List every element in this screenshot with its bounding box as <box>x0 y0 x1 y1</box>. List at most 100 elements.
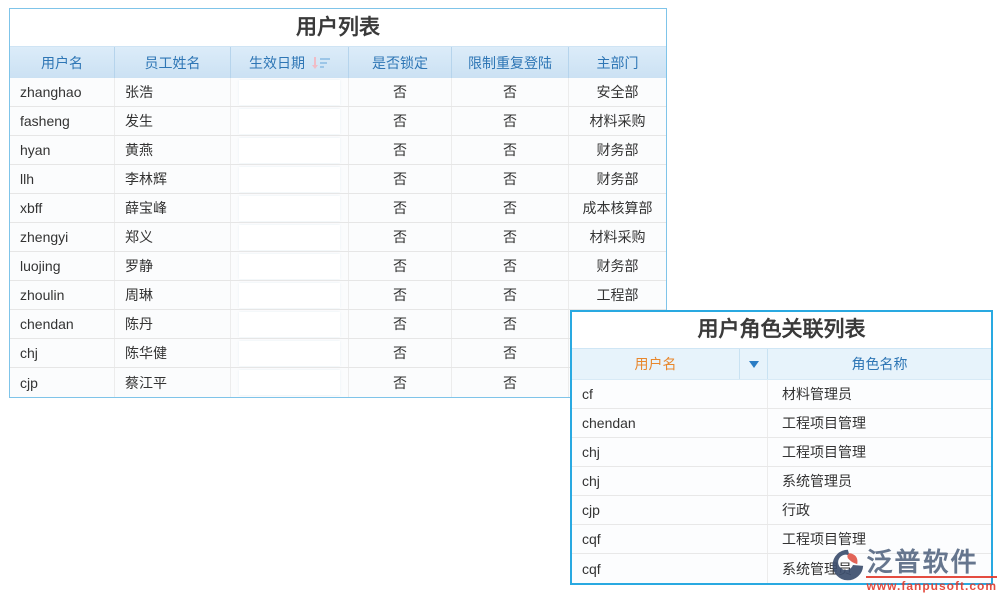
role-row[interactable]: cf 材料管理员 <box>572 380 991 409</box>
cell-restrict-login: 否 <box>452 194 569 222</box>
user-row[interactable]: xbff 薛宝峰 否 否 成本核算部 <box>10 194 666 223</box>
cell-restrict-login: 否 <box>452 107 569 135</box>
cell-username: zhanghao <box>10 78 115 106</box>
col-locked-label: 是否锁定 <box>372 53 428 73</box>
cell-locked: 否 <box>349 368 452 397</box>
cell-effective-date <box>231 310 349 338</box>
filter-dropdown-button[interactable] <box>740 349 768 379</box>
cell-username: xbff <box>10 194 115 222</box>
effective-date-input[interactable] <box>239 109 340 134</box>
cell-role-username: cjp <box>572 496 768 524</box>
user-row[interactable]: zhengyi 郑义 否 否 材料采购 <box>10 223 666 252</box>
user-list-body: zhanghao 张浩 否 否 安全部 fasheng 发生 否 否 材料采购 … <box>10 78 666 397</box>
role-list-table: 用户角色关联列表 用户名 角色名称 cf 材料管理员 chendan 工程项目管… <box>570 310 993 585</box>
effective-date-input[interactable] <box>239 283 340 308</box>
cell-employee-name: 发生 <box>115 107 231 135</box>
cell-employee-name: 郑义 <box>115 223 231 251</box>
watermark-url: www.fanpusoft.com <box>866 576 997 593</box>
cell-employee-name: 黄燕 <box>115 136 231 164</box>
user-row[interactable]: zhoulin 周琳 否 否 工程部 <box>10 281 666 310</box>
cell-role-name: 材料管理员 <box>768 380 991 408</box>
user-row[interactable]: hyan 黄燕 否 否 财务部 <box>10 136 666 165</box>
cell-department: 成本核算部 <box>569 194 666 222</box>
col-restrict-login[interactable]: 限制重复登陆 <box>452 47 569 78</box>
user-row[interactable]: fasheng 发生 否 否 材料采购 <box>10 107 666 136</box>
col-username-label: 用户名 <box>41 53 83 73</box>
user-row[interactable]: luojing 罗静 否 否 财务部 <box>10 252 666 281</box>
cell-role-username: cf <box>572 380 768 408</box>
effective-date-input[interactable] <box>239 167 340 192</box>
cell-username: chendan <box>10 310 115 338</box>
user-row[interactable]: zhanghao 张浩 否 否 安全部 <box>10 78 666 107</box>
user-row[interactable]: chendan 陈丹 否 否 <box>10 310 666 339</box>
role-row[interactable]: chendan 工程项目管理 <box>572 409 991 438</box>
user-list-header: 用户名 员工姓名 生效日期 是否锁定 限制重复登陆 主部门 <box>10 47 666 78</box>
effective-date-input[interactable] <box>239 138 340 163</box>
cell-effective-date <box>231 194 349 222</box>
chevron-down-icon <box>749 361 759 368</box>
cell-employee-name: 张浩 <box>115 78 231 106</box>
cell-department: 材料采购 <box>569 223 666 251</box>
role-row[interactable]: cjp 行政 <box>572 496 991 525</box>
col-effective-date-label: 生效日期 <box>249 53 305 73</box>
cell-department: 工程部 <box>569 281 666 309</box>
col-role-username[interactable]: 用户名 <box>572 349 740 379</box>
col-department-label: 主部门 <box>597 53 639 73</box>
cell-effective-date <box>231 107 349 135</box>
page: 用户列表 用户名 员工姓名 生效日期 是否锁定 限制重复登陆 <box>0 0 1000 600</box>
user-list-table: 用户列表 用户名 员工姓名 生效日期 是否锁定 限制重复登陆 <box>9 8 667 398</box>
col-department[interactable]: 主部门 <box>569 47 666 78</box>
user-row[interactable]: llh 李林辉 否 否 财务部 <box>10 165 666 194</box>
user-list-title: 用户列表 <box>10 9 666 47</box>
effective-date-input[interactable] <box>239 80 340 105</box>
col-restrict-login-label: 限制重复登陆 <box>468 53 552 73</box>
cell-restrict-login: 否 <box>452 136 569 164</box>
user-row[interactable]: chj 陈华健 否 否 <box>10 339 666 368</box>
cell-employee-name: 李林辉 <box>115 165 231 193</box>
effective-date-input[interactable] <box>239 341 340 366</box>
sort-icon[interactable] <box>312 56 330 69</box>
cell-locked: 否 <box>349 165 452 193</box>
col-employee-name[interactable]: 员工姓名 <box>115 47 231 78</box>
cell-role-username: chj <box>572 438 768 466</box>
sort-bars-icon <box>320 56 330 68</box>
role-row[interactable]: chj 系统管理员 <box>572 467 991 496</box>
cell-locked: 否 <box>349 281 452 309</box>
role-row[interactable]: chj 工程项目管理 <box>572 438 991 467</box>
effective-date-input[interactable] <box>239 312 340 337</box>
cell-role-username: cqf <box>572 554 768 583</box>
cell-restrict-login: 否 <box>452 252 569 280</box>
col-role-name[interactable]: 角色名称 <box>768 349 991 379</box>
effective-date-input[interactable] <box>239 370 340 395</box>
cell-department: 财务部 <box>569 165 666 193</box>
cell-locked: 否 <box>349 310 452 338</box>
user-row[interactable]: cjp 蔡江平 否 否 <box>10 368 666 397</box>
cell-department: 财务部 <box>569 252 666 280</box>
fanpu-logo-icon <box>830 548 864 582</box>
role-list-header: 用户名 角色名称 <box>572 348 991 380</box>
col-employee-name-label: 员工姓名 <box>145 53 201 73</box>
effective-date-input[interactable] <box>239 225 340 250</box>
cell-username: zhoulin <box>10 281 115 309</box>
effective-date-input[interactable] <box>239 196 340 221</box>
cell-restrict-login: 否 <box>452 281 569 309</box>
col-role-name-label: 角色名称 <box>852 354 908 374</box>
cell-employee-name: 薛宝峰 <box>115 194 231 222</box>
effective-date-input[interactable] <box>239 254 340 279</box>
cell-username: zhengyi <box>10 223 115 251</box>
cell-locked: 否 <box>349 339 452 367</box>
cell-restrict-login: 否 <box>452 78 569 106</box>
cell-username: fasheng <box>10 107 115 135</box>
col-username[interactable]: 用户名 <box>10 47 115 78</box>
cell-effective-date <box>231 252 349 280</box>
cell-username: llh <box>10 165 115 193</box>
cell-locked: 否 <box>349 223 452 251</box>
cell-username: chj <box>10 339 115 367</box>
cell-effective-date <box>231 136 349 164</box>
col-locked[interactable]: 是否锁定 <box>349 47 452 78</box>
cell-role-name: 行政 <box>768 496 991 524</box>
watermark: 泛普软件 www.fanpusoft.com <box>830 548 997 593</box>
col-effective-date[interactable]: 生效日期 <box>231 47 349 78</box>
col-role-username-label: 用户名 <box>635 354 677 374</box>
cell-restrict-login: 否 <box>452 310 569 338</box>
